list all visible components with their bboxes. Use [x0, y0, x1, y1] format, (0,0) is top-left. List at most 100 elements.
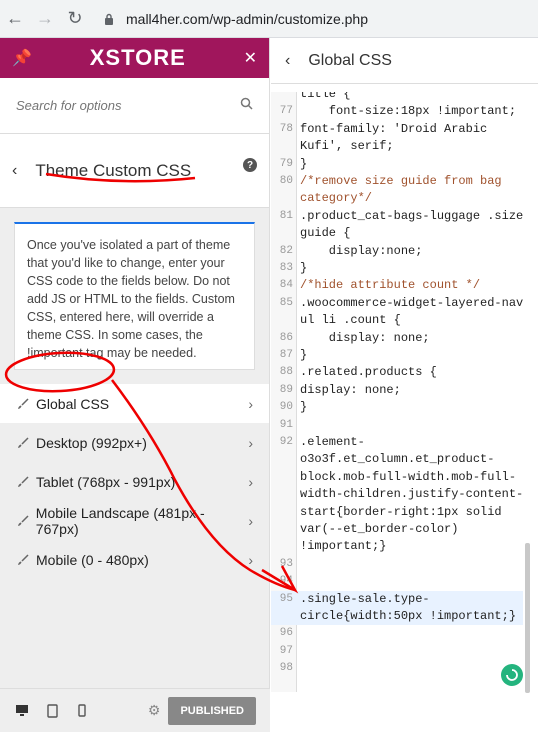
code-line: 78 font-family: 'Droid Arabic [271, 121, 523, 138]
section-header: ‹ Theme Custom CSS ? [0, 134, 269, 208]
code-text: !important;} [300, 539, 387, 554]
url-text: mall4her.com/wp-admin/customize.php [126, 10, 368, 27]
code-line: 93 [271, 556, 523, 573]
line-number: 86 [279, 331, 293, 344]
code-text: width-children.justify-content- [300, 487, 523, 502]
sidebar-item-tablet[interactable]: Tablet (768px - 991px) › [0, 462, 269, 501]
code-text: /*remove size guide from bag [300, 174, 502, 188]
code-line: 86 display: none; [271, 330, 523, 347]
code-line: block.mob-full-width.mob-full- [271, 469, 523, 486]
chevron-right-icon: › [248, 395, 253, 412]
line-number: 93 [279, 557, 293, 570]
code-text: start{border-right:1px solid [300, 504, 502, 519]
code-line: 92 .element- [271, 434, 523, 451]
code-line: var(--et_border-color) [271, 521, 523, 538]
line-number: 90 [279, 401, 293, 414]
code-line: Kufi', serif; [271, 138, 523, 155]
chevron-right-icon: › [248, 512, 253, 529]
code-line: 87} [271, 347, 523, 364]
css-editor-panel: ‹ Global CSS title {77 font-size:18px !i… [271, 38, 538, 732]
code-line: start{border-right:1px solid [271, 504, 523, 521]
line-number: 79 [279, 157, 293, 170]
brush-icon [16, 436, 30, 450]
editor-scrollbar[interactable] [525, 543, 530, 693]
brand-logo: XSTORE [89, 45, 186, 70]
code-text: .related.products { [300, 365, 437, 380]
code-text: .woocommerce-widget-layered-nav [300, 295, 523, 310]
code-line: 81 .product_cat-bags-luggage .size- [271, 208, 523, 225]
sidebar-item-global-css[interactable]: Global CSS › [0, 384, 269, 423]
code-text: } [300, 400, 308, 415]
code-line: 84 /*hide attribute count */ [271, 277, 523, 294]
search-row [0, 78, 269, 134]
customizer-footer: ⚙ PUBLISHED [0, 688, 270, 732]
gear-icon[interactable]: ⚙ [148, 702, 161, 719]
code-text: category*/ [300, 191, 373, 206]
code-line: 94 [271, 573, 523, 590]
back-chevron-icon[interactable]: ‹ [285, 52, 290, 70]
code-text: } [300, 261, 308, 275]
code-text: ul li .count { [300, 313, 401, 328]
sidebar-item-desktop[interactable]: Desktop (992px+) › [0, 423, 269, 462]
code-line: guide { [271, 225, 523, 242]
sidebar-item-label: Desktop (992px+) [36, 434, 147, 451]
code-line: 80 /*remove size guide from bag [271, 173, 523, 190]
code-text: circle{width:50px !important;} [300, 609, 517, 623]
desktop-preview-icon[interactable] [14, 703, 30, 719]
help-icon[interactable]: ? [243, 158, 257, 172]
code-line: o3o3f.et_column.et_product- [271, 451, 523, 468]
code-text: display:none; [300, 243, 423, 258]
tablet-preview-icon[interactable] [44, 703, 60, 719]
sidebar-item-label: Global CSS [36, 395, 110, 412]
code-text: } [300, 348, 308, 362]
search-input[interactable] [16, 98, 240, 113]
close-icon[interactable]: ✕ [244, 48, 257, 68]
line-number: 78 [279, 122, 293, 135]
code-line: width-children.justify-content- [271, 486, 523, 503]
lock-icon [100, 10, 118, 28]
brush-icon [16, 397, 30, 411]
css-section-list: Global CSS › Desktop (992px+) › Tablet (… [0, 384, 269, 579]
line-number: 84 [279, 279, 293, 292]
code-text: title { [300, 92, 351, 101]
sidebar-item-label: Mobile (0 - 480px) [36, 551, 149, 568]
code-line: category*/ [271, 190, 523, 207]
line-number: 80 [279, 175, 293, 187]
pin-icon[interactable]: 📌 [12, 48, 32, 68]
code-line: 88 .related.products { [271, 364, 523, 381]
published-button[interactable]: PUBLISHED [168, 696, 256, 725]
code-line: 82 display:none; [271, 243, 523, 260]
css-code-editor[interactable]: title {77 font-size:18px !important; 78 fo… [271, 92, 523, 692]
reload-icon[interactable]: ↻ [60, 4, 90, 34]
brush-icon [16, 514, 30, 528]
code-text: font-family: 'Droid Arabic [300, 121, 488, 136]
sidebar-item-mobile-landscape[interactable]: Mobile Landscape (481px - 767px) › [0, 501, 269, 540]
back-chevron-icon[interactable]: ‹ [12, 162, 17, 180]
back-arrow-icon[interactable]: ← [0, 4, 30, 34]
chevron-right-icon: › [248, 473, 253, 490]
code-line: 96 [271, 625, 523, 642]
sidebar-item-mobile[interactable]: Mobile (0 - 480px) › [0, 540, 269, 579]
code-line: 95 .single-sale.type- [271, 590, 523, 608]
customizer-sidebar: 📌 XSTORE ✕ ‹ Theme Custom CSS ? Once you… [0, 38, 270, 732]
code-text: Kufi', serif; [300, 139, 394, 154]
section-title: Theme Custom CSS [35, 160, 192, 180]
code-line: 98 [271, 660, 523, 677]
brush-icon [16, 475, 30, 489]
line-number: 82 [279, 244, 293, 257]
line-number: 92 [279, 436, 293, 448]
search-icon[interactable] [240, 97, 253, 115]
line-number: 96 [279, 627, 293, 640]
editor-header: ‹ Global CSS [271, 38, 538, 84]
code-line: ul li .count { [271, 312, 523, 329]
code-text: .single-sale.type- [300, 591, 430, 606]
address-bar[interactable]: mall4her.com/wp-admin/customize.php [100, 4, 530, 33]
mobile-preview-icon[interactable] [74, 703, 90, 719]
line-number: 95 [279, 592, 293, 605]
forward-arrow-icon[interactable]: → [30, 4, 60, 34]
brush-icon [16, 553, 30, 567]
code-text: /*hide attribute count */ [300, 278, 481, 293]
code-text: display: none; [300, 382, 401, 397]
line-number: 98 [279, 662, 293, 675]
description-box: Once you've isolated a part of theme tha… [14, 222, 255, 370]
